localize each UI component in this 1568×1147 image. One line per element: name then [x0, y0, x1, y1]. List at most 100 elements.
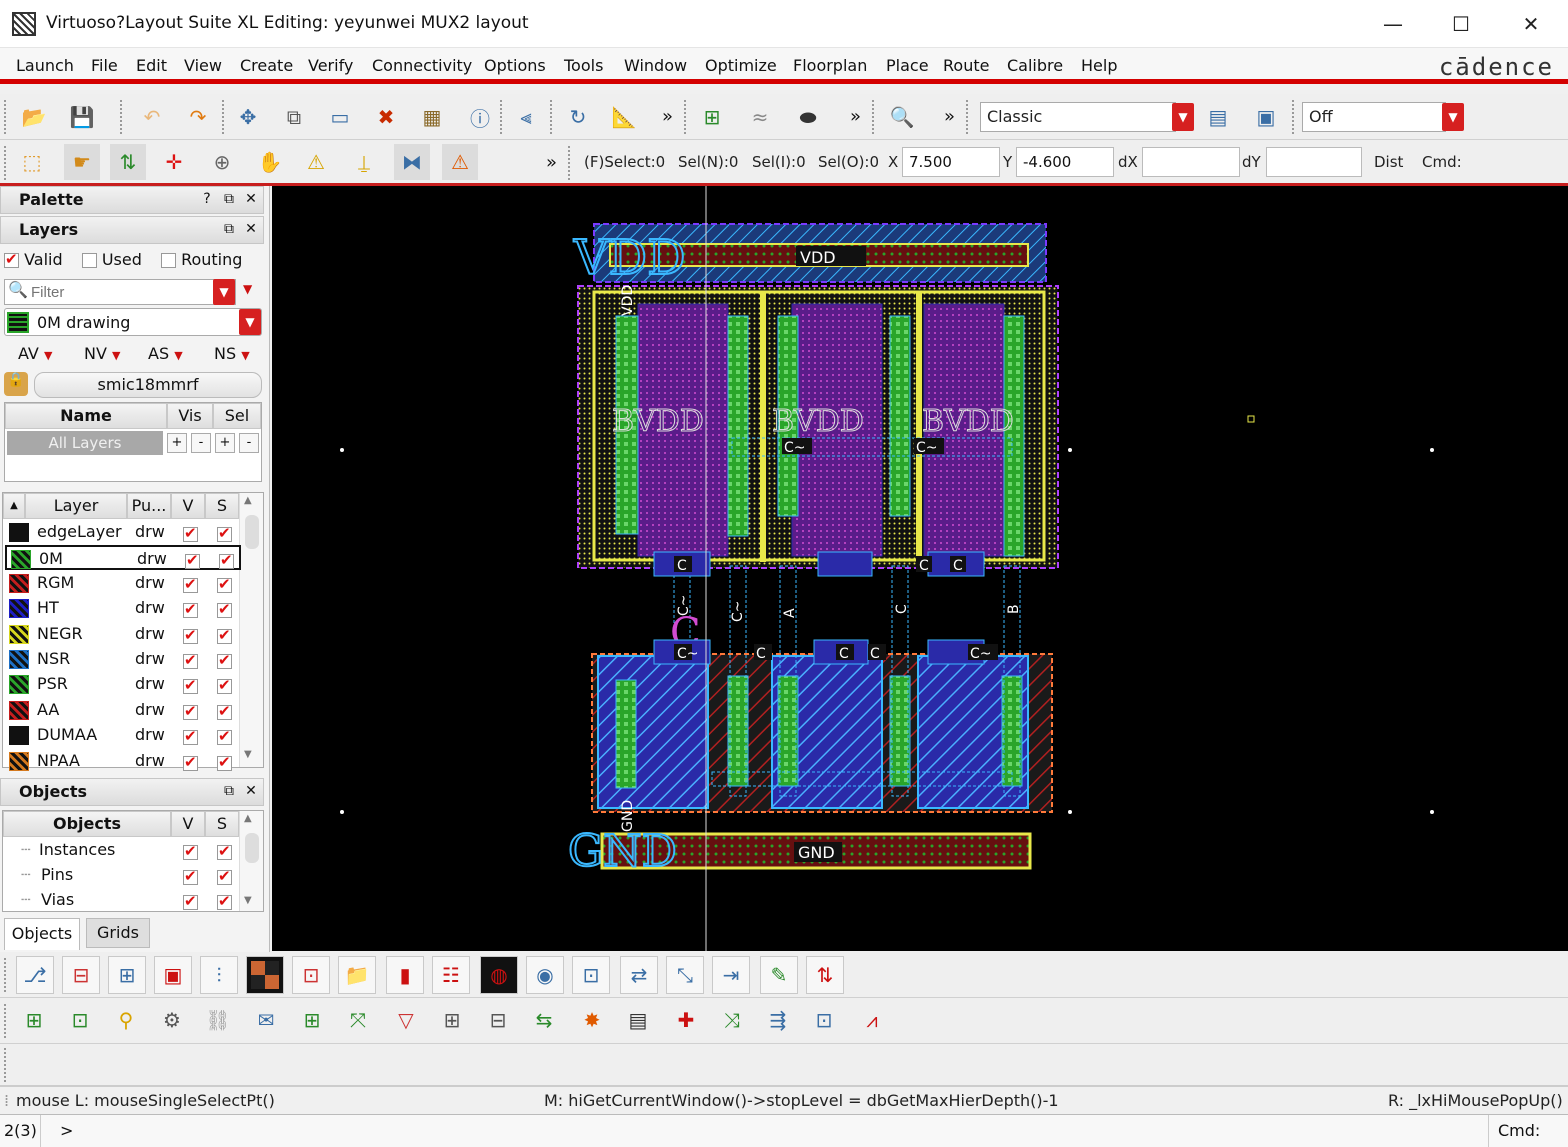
sel-column-header[interactable]: Sel	[213, 403, 261, 429]
boundary-icon[interactable]: ▣	[154, 956, 192, 994]
minimize-button[interactable]: —	[1370, 8, 1416, 40]
selectable-checkbox[interactable]	[217, 702, 232, 720]
maximize-button[interactable]: ☐	[1438, 8, 1484, 40]
routing-checkbox[interactable]	[160, 253, 176, 268]
lock-icon[interactable]: 🔒	[4, 372, 28, 396]
command-input[interactable]	[80, 1119, 1480, 1143]
arrows-icon[interactable]: ⇅	[806, 956, 844, 994]
add-via-icon[interactable]: ⊞	[694, 99, 730, 135]
layer-row-0m[interactable]: 0M drw	[5, 545, 241, 571]
filter-menu-icon[interactable]: ▼	[243, 282, 252, 296]
help-button[interactable]: ?	[198, 189, 216, 209]
used-checkbox[interactable]	[81, 253, 97, 268]
dx-field[interactable]	[1142, 147, 1240, 177]
align-icon[interactable]: ⫷	[508, 99, 544, 135]
filter-input[interactable]	[31, 282, 211, 302]
dy-field[interactable]	[1266, 147, 1362, 177]
ruler-icon[interactable]: 📐	[606, 99, 642, 135]
layer-row-negr[interactable]: NEGR drw	[5, 622, 241, 647]
mode-select[interactable]: Off	[1302, 102, 1446, 132]
import-icon[interactable]: ⇥	[712, 956, 750, 994]
valid-checkbox[interactable]	[4, 250, 19, 268]
chevron-down-icon[interactable]: ▼	[213, 279, 235, 305]
close-icon[interactable]: ✕	[242, 219, 260, 239]
toolbar-more-2[interactable]: »	[850, 106, 861, 127]
menu-place[interactable]: Place	[886, 56, 929, 75]
s-column-header[interactable]: S	[205, 493, 239, 519]
hierarchy-icon[interactable]: ⎇	[16, 956, 54, 994]
selectable-checkbox[interactable]	[217, 651, 232, 669]
visible-checkbox[interactable]	[183, 892, 198, 910]
library-select[interactable]: smic18mmrf	[34, 372, 262, 398]
toolbar-more-1[interactable]: »	[662, 106, 673, 127]
error-warning-icon[interactable]: ⚠	[442, 144, 478, 180]
visible-checkbox[interactable]	[183, 753, 198, 771]
chevron-down-icon[interactable]: ▼	[1442, 103, 1464, 131]
waveform-icon[interactable]: ⩘	[854, 1002, 890, 1038]
menu-optimize[interactable]: Optimize	[705, 56, 777, 75]
move-icon[interactable]: ✥	[230, 99, 266, 135]
close-icon[interactable]: ✕	[242, 781, 260, 801]
checker-icon[interactable]	[246, 956, 284, 994]
tool-icon-17[interactable]: ⇶	[760, 1002, 796, 1038]
visible-checkbox[interactable]	[185, 551, 200, 570]
mirror-icon[interactable]: ⧓	[394, 144, 430, 180]
scroll-up-icon[interactable]: ▲	[244, 813, 252, 824]
menu-options[interactable]: Options	[484, 56, 546, 75]
object-row-instances[interactable]: ┄ Instances	[5, 838, 241, 863]
purpose-column-header[interactable]: Pu...	[127, 493, 171, 519]
tool-icon-2[interactable]: ⊡	[62, 1002, 98, 1038]
selectable-checkbox[interactable]	[217, 867, 232, 885]
zoom-select-icon[interactable]: ⊕	[204, 144, 240, 180]
scroll-thumb[interactable]	[245, 515, 259, 549]
vis-minus-button[interactable]: -	[191, 433, 211, 453]
sel-plus-button[interactable]: +	[215, 433, 235, 453]
av-filter[interactable]: AV ▼	[18, 344, 52, 363]
nv-filter[interactable]: NV ▼	[84, 344, 120, 363]
select-icon[interactable]: ⬚	[14, 144, 50, 180]
tool-icon-1[interactable]: ⊞	[16, 1002, 52, 1038]
pan-icon[interactable]: ☛	[64, 144, 100, 180]
layer-row-aa[interactable]: AA drw	[5, 698, 241, 723]
probe-icon[interactable]: ⬬	[790, 99, 826, 135]
visible-checkbox[interactable]	[183, 676, 198, 695]
selectable-checkbox[interactable]	[217, 524, 232, 542]
group-icon[interactable]: ⊞	[108, 956, 146, 994]
visible-checkbox[interactable]	[183, 651, 198, 669]
toolbar-more[interactable]: »	[546, 152, 557, 173]
tool-icon-12[interactable]: ⇆	[526, 1002, 562, 1038]
selectable-checkbox[interactable]	[217, 727, 232, 746]
menu-route[interactable]: Route	[943, 56, 989, 75]
tool-icon-8[interactable]: ⤧	[340, 1002, 376, 1038]
layer-row-dumaa[interactable]: DUMAA drw	[5, 723, 241, 748]
layer-row-edgelayer[interactable]: edgeLayer drw	[5, 520, 241, 545]
delete-icon[interactable]: ✖	[368, 99, 404, 135]
v-column-header[interactable]: V	[171, 811, 205, 837]
link-icon[interactable]: ⛓	[200, 1002, 236, 1038]
selectable-checkbox[interactable]	[217, 842, 232, 860]
close-icon[interactable]: ✕	[242, 189, 260, 209]
folder-add-icon[interactable]: 📁	[338, 956, 376, 994]
selectable-checkbox[interactable]	[219, 551, 234, 570]
menu-tools[interactable]: Tools	[564, 56, 603, 75]
toolbar-more-3[interactable]: »	[944, 106, 955, 127]
layers-scrollbar[interactable]: ▲ ▼	[239, 493, 263, 767]
chevron-down-icon[interactable]: ▼	[239, 309, 261, 335]
visible-checkbox[interactable]	[183, 727, 198, 746]
tool-icon-9[interactable]: ▽	[388, 1002, 424, 1038]
pin-icon[interactable]: ⫶	[200, 956, 238, 994]
name-column-header[interactable]: Name	[5, 403, 167, 429]
swap-icon[interactable]: ⇄	[620, 956, 658, 994]
visible-checkbox[interactable]	[183, 867, 198, 885]
tab-grids[interactable]: Grids	[86, 918, 150, 948]
tool-icon-6[interactable]: ✉	[248, 1002, 284, 1038]
sort-icon[interactable]: ▲	[3, 493, 25, 519]
scroll-down-icon[interactable]: ▼	[244, 895, 252, 906]
vis-column-header[interactable]: Vis	[167, 403, 213, 429]
ladder-icon[interactable]: ☷	[432, 956, 470, 994]
visible-checkbox[interactable]	[183, 842, 198, 860]
menu-create[interactable]: Create	[240, 56, 293, 75]
menu-help[interactable]: Help	[1081, 56, 1117, 75]
visible-checkbox[interactable]	[183, 600, 198, 619]
menu-calibre[interactable]: Calibre	[1007, 56, 1063, 75]
